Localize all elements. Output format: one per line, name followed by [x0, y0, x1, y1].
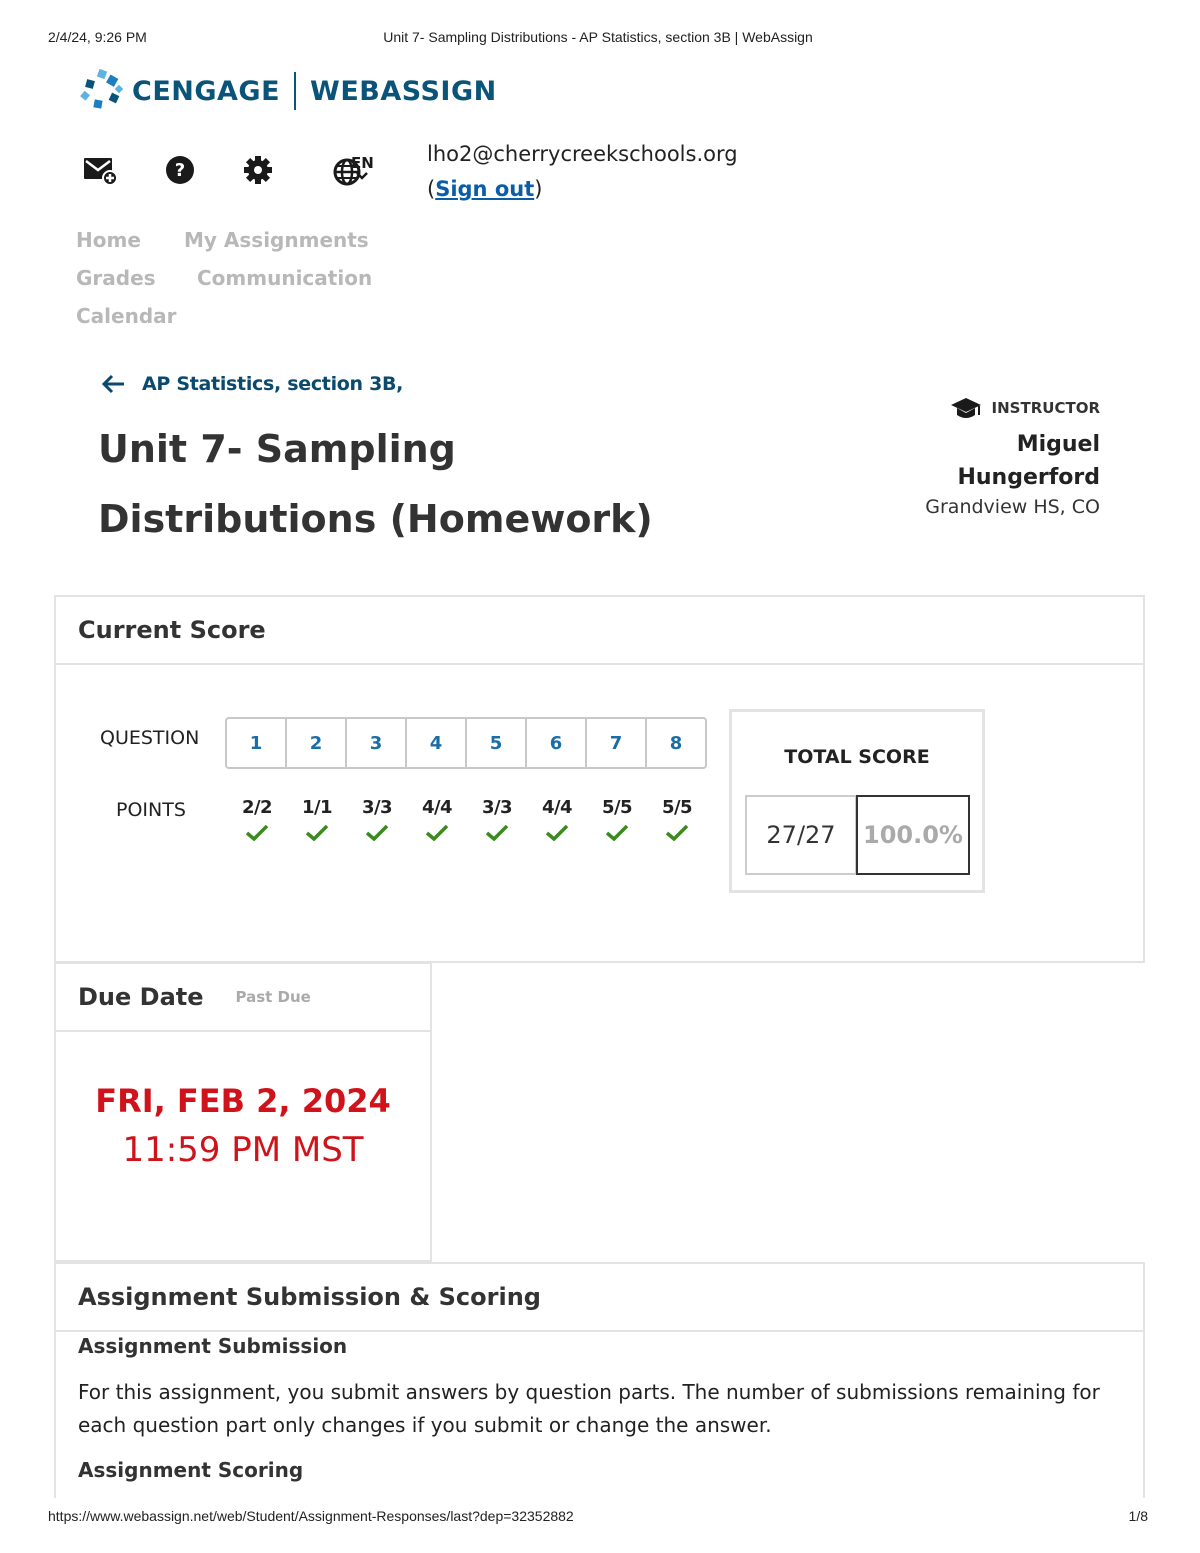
logo-brand-text: CENGAGE — [132, 75, 281, 107]
nav-my-assignments[interactable]: My Assignments — [184, 228, 369, 252]
user-email: lho2@cherrycreekschools.org — [427, 142, 738, 166]
checkmark-icon — [365, 824, 389, 842]
settings-gear-icon[interactable] — [238, 150, 278, 190]
breadcrumb-course-link[interactable]: AP Statistics, section 3B, — [142, 373, 403, 395]
question-row-label: QUESTION — [100, 727, 200, 749]
cengage-webassign-logo[interactable]: CENGAGE WEBASSIGN — [80, 68, 497, 114]
instructor-info: INSTRUCTOR Miguel Hungerford Grandview H… — [925, 396, 1100, 518]
nav-grades[interactable]: Grades — [76, 266, 156, 290]
checkmark-icon — [305, 824, 329, 842]
checkmark-icon — [425, 824, 449, 842]
logo-product-text: WEBASSIGN — [310, 75, 497, 107]
submission-scoring-panel: Assignment Submission & Scoring Assignme… — [54, 1262, 1145, 1498]
question-points: 4/4 — [407, 797, 467, 842]
chevron-down-icon — [356, 172, 369, 180]
sign-out-link[interactable]: Sign out — [435, 177, 534, 201]
points-value: 5/5 — [661, 797, 693, 818]
checkmark-icon — [665, 824, 689, 842]
submission-scoring-header: Assignment Submission & Scoring — [56, 1264, 1143, 1332]
sign-out-close-paren: ) — [534, 177, 543, 201]
question-link[interactable]: 2 — [287, 719, 347, 767]
question-points: 1/1 — [287, 797, 347, 842]
question-points: 5/5 — [647, 797, 707, 842]
breadcrumb[interactable]: AP Statistics, section 3B, — [100, 373, 403, 395]
points-value: 5/5 — [601, 797, 633, 818]
question-points: 5/5 — [587, 797, 647, 842]
total-score-percent: 100.0% — [856, 795, 970, 875]
question-points: 3/3 — [467, 797, 527, 842]
question-link[interactable]: 4 — [407, 719, 467, 767]
total-score-points: 27/27 — [745, 795, 857, 875]
points-value: 4/4 — [541, 797, 573, 818]
points-value: 3/3 — [361, 797, 393, 818]
question-link[interactable]: 7 — [587, 719, 647, 767]
nav-communication[interactable]: Communication — [197, 266, 372, 290]
points-value: 1/1 — [301, 797, 333, 818]
arrow-left-icon — [101, 374, 124, 394]
question-points: 3/3 — [347, 797, 407, 842]
submission-scoring-heading: Assignment Submission & Scoring — [78, 1283, 541, 1311]
instructor-role-label: INSTRUCTOR — [991, 399, 1100, 417]
due-date-header: Due Date Past Due — [56, 964, 430, 1032]
checkmark-icon — [605, 824, 629, 842]
question-link[interactable]: 5 — [467, 719, 527, 767]
checkmark-icon — [245, 824, 269, 842]
assignment-title: Unit 7- Sampling Distributions (Homework… — [98, 427, 653, 541]
question-link[interactable]: 3 — [347, 719, 407, 767]
logo-divider — [294, 72, 297, 110]
due-time-value: 11:59 PM MST — [122, 1130, 364, 1170]
language-code: EN — [351, 154, 374, 172]
points-value: 2/2 — [241, 797, 273, 818]
instructor-school: Grandview HS, CO — [925, 496, 1100, 518]
due-date-heading: Due Date — [78, 983, 204, 1011]
graduation-cap-icon — [950, 398, 981, 418]
sign-out-open-paren: ( — [427, 177, 436, 201]
current-score-heading: Current Score — [78, 616, 266, 644]
points-row: 2/2 1/1 3/3 4/4 3/3 4/4 5/5 5/5 — [227, 797, 707, 842]
submission-subheading: Assignment Submission — [78, 1334, 348, 1358]
points-value: 4/4 — [421, 797, 453, 818]
current-score-panel: Current Score QUESTION 1 2 3 4 5 6 7 8 P… — [54, 595, 1145, 963]
points-value: 3/3 — [481, 797, 513, 818]
nav-home[interactable]: Home — [76, 228, 141, 252]
svg-text:?: ? — [175, 160, 185, 181]
submission-description: For this assignment, you submit answers … — [78, 1380, 1100, 1437]
points-row-label: POINTS — [116, 799, 186, 821]
question-link[interactable]: 8 — [647, 719, 705, 767]
due-date-panel: Due Date Past Due FRI, FEB 2, 2024 11:59… — [54, 962, 432, 1262]
current-score-header: Current Score — [56, 597, 1143, 665]
past-due-badge: Past Due — [235, 988, 311, 1006]
question-link[interactable]: 6 — [527, 719, 587, 767]
message-icon[interactable] — [80, 150, 120, 190]
print-url: https://www.webassign.net/web/Student/As… — [48, 1508, 574, 1524]
total-score-label: TOTAL SCORE — [784, 746, 930, 768]
cengage-logo-icon — [80, 68, 124, 109]
globe-language-icon[interactable]: EN — [318, 150, 378, 190]
question-points: 2/2 — [227, 797, 287, 842]
due-date-value: FRI, FEB 2, 2024 — [95, 1082, 391, 1120]
question-link[interactable]: 1 — [227, 719, 287, 767]
nav-calendar[interactable]: Calendar — [76, 304, 177, 328]
total-score-box: TOTAL SCORE 27/27 100.0% — [729, 709, 985, 893]
checkmark-icon — [485, 824, 509, 842]
question-points: 4/4 — [527, 797, 587, 842]
question-links: 1 2 3 4 5 6 7 8 — [225, 717, 707, 769]
checkmark-icon — [545, 824, 569, 842]
instructor-role: INSTRUCTOR — [925, 396, 1100, 420]
print-page-number: 1/8 — [1128, 1508, 1148, 1524]
instructor-name-last: Hungerford — [957, 465, 1100, 490]
instructor-name-first: Miguel — [1016, 432, 1100, 457]
sign-out-line: (Sign out) — [427, 177, 542, 201]
scoring-subheading: Assignment Scoring — [78, 1458, 304, 1482]
help-icon[interactable]: ? — [160, 150, 200, 190]
print-page-title: Unit 7- Sampling Distributions - AP Stat… — [383, 29, 813, 45]
